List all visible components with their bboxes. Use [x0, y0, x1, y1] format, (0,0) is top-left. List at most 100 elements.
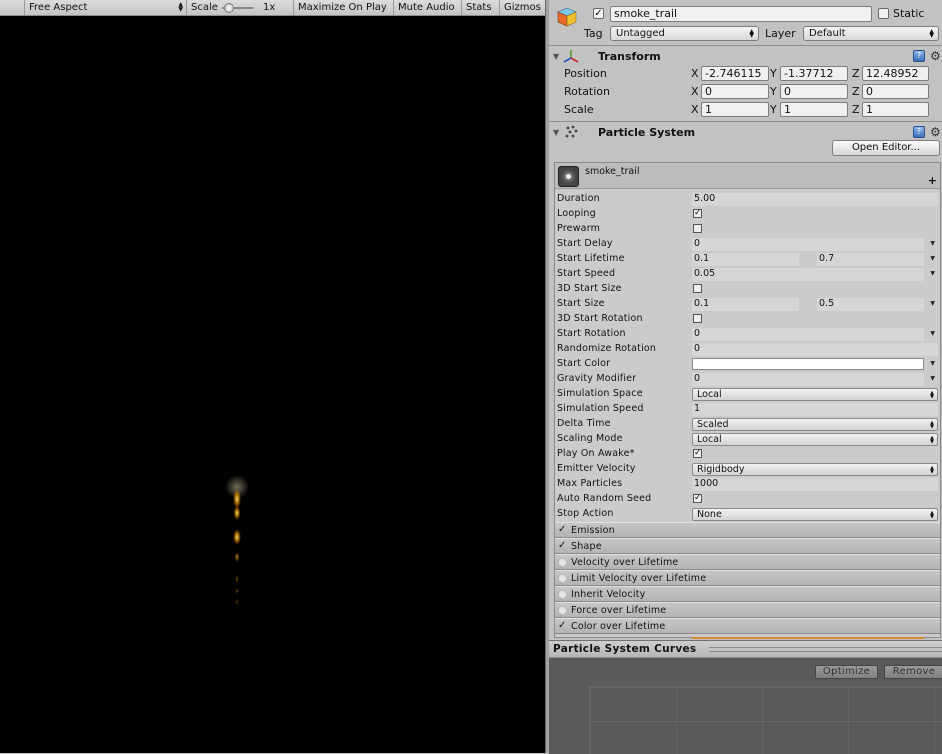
- add-module-plus-icon[interactable]: +: [928, 174, 937, 187]
- module-disabled-circle-icon[interactable]: [558, 590, 567, 599]
- dropdown-arrows-icon: ▲ ▼: [930, 510, 934, 520]
- simulation-space-dropdown[interactable]: Local ▲ ▼: [692, 388, 938, 401]
- prop-gravity-modifier: Gravity Modifier 0 ▼: [555, 372, 940, 387]
- play-on-awake-checkbox[interactable]: ✓: [693, 449, 702, 458]
- curve-mode-arrow-icon[interactable]: ▼: [930, 255, 935, 262]
- foldout-open-icon[interactable]: ▼: [553, 128, 559, 137]
- gizmos-toggle[interactable]: Gizmos: [500, 0, 545, 15]
- curves-header[interactable]: Particle System Curves: [549, 641, 942, 658]
- main-module-header[interactable]: smoke_trail +: [555, 163, 940, 189]
- prop-label: Max Particles: [557, 478, 623, 489]
- help-book-icon[interactable]: ?: [913, 126, 925, 138]
- start-rotation-field[interactable]: 0: [692, 328, 924, 341]
- looping-checkbox[interactable]: ✓: [693, 209, 702, 218]
- scale-y-field[interactable]: 1: [780, 102, 848, 117]
- scaling-mode-dropdown[interactable]: Local ▲ ▼: [692, 433, 938, 446]
- optimize-button[interactable]: Optimize: [815, 665, 878, 679]
- layer-label: Layer: [765, 27, 796, 40]
- module-enabled-check-icon[interactable]: ✓: [558, 621, 568, 631]
- help-book-icon[interactable]: ?: [913, 50, 925, 62]
- aspect-dropdown[interactable]: Free Aspect ▲ ▼: [25, 0, 187, 15]
- scale-control[interactable]: Scale 1x: [187, 0, 294, 15]
- start-lifetime-min-field[interactable]: 0.1: [692, 253, 799, 266]
- start-delay-field[interactable]: 0: [692, 238, 924, 251]
- duration-field[interactable]: 5.00: [692, 193, 938, 206]
- dropdown-arrows-icon: ▲ ▼: [178, 1, 183, 13]
- curve-mode-arrow-icon[interactable]: ▼: [930, 300, 935, 307]
- curve-mode-arrow-icon[interactable]: ▼: [930, 330, 935, 337]
- stop-action-dropdown[interactable]: None ▲ ▼: [692, 508, 938, 521]
- scale-x-field[interactable]: 1: [701, 102, 769, 117]
- particle-system-title: Particle System: [598, 126, 696, 139]
- curve-mode-arrow-icon[interactable]: ▼: [930, 360, 935, 367]
- prop-label: Simulation Space: [557, 388, 643, 399]
- module-disabled-circle-icon[interactable]: [558, 574, 567, 583]
- module-enabled-check-icon[interactable]: ✓: [558, 541, 568, 551]
- static-checkbox[interactable]: [878, 8, 889, 19]
- module-enabled-check-icon[interactable]: ✓: [558, 525, 568, 535]
- prop-duration: Duration 5.00: [555, 192, 940, 207]
- prop-label: Scaling Mode: [557, 433, 623, 444]
- module-header[interactable]: Force over Lifetime: [555, 602, 940, 618]
- curve-mode-arrow-icon[interactable]: ▼: [930, 240, 935, 247]
- module-header[interactable]: ✓ Emission: [555, 522, 940, 538]
- position-x-field[interactable]: -2.746115: [701, 66, 769, 81]
- module-header[interactable]: ✓ Color over Lifetime: [555, 618, 940, 634]
- scale-z-field[interactable]: 1: [862, 102, 929, 117]
- delta-time-dropdown[interactable]: Scaled ▲ ▼: [692, 418, 938, 431]
- start-speed-field[interactable]: 0.05: [692, 268, 924, 281]
- remove-button[interactable]: Remove: [884, 665, 942, 679]
- gravity-modifier-field[interactable]: 0: [692, 373, 924, 386]
- mute-audio-toggle[interactable]: Mute Audio: [394, 0, 462, 15]
- randomize-rotation-field[interactable]: 0: [692, 343, 938, 356]
- game-view: Free Aspect ▲ ▼ Scale 1x Maximize On Play…: [0, 0, 545, 753]
- prop-simulation-space: Simulation Space Local ▲ ▼: [555, 387, 940, 402]
- max-particles-field[interactable]: 1000: [692, 478, 938, 491]
- start-size-min-field[interactable]: 0.1: [692, 298, 799, 311]
- module-disabled-circle-icon[interactable]: [558, 606, 567, 615]
- foldout-open-icon[interactable]: ▼: [553, 52, 559, 61]
- auto-random-seed-checkbox[interactable]: ✓: [693, 494, 702, 503]
- position-y-field[interactable]: -1.37712: [780, 66, 848, 81]
- maximize-on-play-toggle[interactable]: Maximize On Play: [294, 0, 394, 15]
- module-header[interactable]: ✓ Shape: [555, 538, 940, 554]
- game-render-area[interactable]: [0, 16, 545, 753]
- prewarm-checkbox[interactable]: [693, 224, 702, 233]
- rotation-x-field[interactable]: 0: [701, 84, 769, 99]
- start-color-swatch[interactable]: [692, 358, 924, 370]
- prop-start-rotation: Start Rotation 0 ▼: [555, 327, 940, 342]
- gear-icon[interactable]: ⚙: [930, 126, 941, 138]
- axis-label-y: Y: [770, 103, 777, 116]
- layer-dropdown[interactable]: Default ▲ ▼: [803, 26, 939, 41]
- position-z-field[interactable]: 12.48952: [862, 66, 929, 81]
- prop-label: Start Speed: [557, 268, 616, 279]
- dropdown-value: Local: [697, 434, 722, 445]
- open-editor-button[interactable]: Open Editor...: [832, 140, 940, 156]
- gear-icon[interactable]: ⚙: [930, 50, 941, 62]
- start-lifetime-max-field[interactable]: 0.7: [817, 253, 924, 266]
- axis-label-z: Z: [852, 67, 860, 80]
- simulation-speed-field[interactable]: 1: [692, 403, 938, 416]
- curves-editor[interactable]: Optimize Remove: [549, 658, 942, 754]
- transform-row-label: Rotation: [564, 85, 611, 98]
- stats-toggle[interactable]: Stats: [462, 0, 500, 15]
- rotation-z-field[interactable]: 0: [862, 84, 929, 99]
- start-size-max-field[interactable]: 0.5: [817, 298, 924, 311]
- module-disabled-circle-icon[interactable]: [558, 558, 567, 567]
- curve-mode-arrow-icon[interactable]: ▼: [930, 375, 935, 382]
- gameobject-name-field[interactable]: smoke_trail: [610, 6, 872, 22]
- module-header[interactable]: Velocity over Lifetime: [555, 554, 940, 570]
- dropdown-arrows-icon: ▲ ▼: [930, 465, 934, 475]
- scale-slider-knob[interactable]: [224, 3, 234, 13]
- 3d-start-size-checkbox[interactable]: [693, 284, 702, 293]
- gameobject-active-checkbox[interactable]: ✓: [593, 8, 604, 19]
- 3d-start-rotation-checkbox[interactable]: [693, 314, 702, 323]
- game-view-toolbar: Free Aspect ▲ ▼ Scale 1x Maximize On Play…: [0, 0, 545, 16]
- tag-label: Tag: [584, 27, 603, 40]
- tag-dropdown[interactable]: Untagged ▲ ▼: [610, 26, 759, 41]
- curve-mode-arrow-icon[interactable]: ▼: [930, 270, 935, 277]
- rotation-y-field[interactable]: 0: [780, 84, 848, 99]
- module-header[interactable]: Inherit Velocity: [555, 586, 940, 602]
- module-header[interactable]: Limit Velocity over Lifetime: [555, 570, 940, 586]
- emitter-velocity-dropdown[interactable]: Rigidbody ▲ ▼: [692, 463, 938, 476]
